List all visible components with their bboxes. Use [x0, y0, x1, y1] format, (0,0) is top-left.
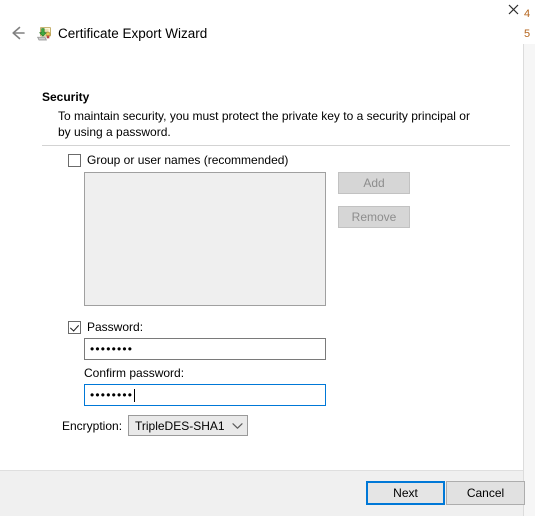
encryption-label: Encryption:	[62, 419, 123, 433]
background-window-sliver: 4 5	[522, 0, 535, 516]
window-title: Certificate Export Wizard	[58, 26, 208, 41]
certificate-export-wizard-window: Certificate Export Wizard Security To ma…	[0, 0, 525, 516]
page-title: Security	[42, 90, 90, 104]
checkbox-box	[68, 320, 81, 334]
confirm-password-label: Confirm password:	[84, 366, 185, 380]
wizard-titlebar: Certificate Export Wizard	[0, 0, 523, 58]
text-cursor	[134, 388, 136, 402]
remove-button[interactable]: Remove	[338, 206, 410, 228]
background-panel	[523, 44, 535, 516]
password-masked-value: ••••••••	[90, 342, 134, 356]
group-or-user-names-listbox[interactable]	[84, 172, 326, 306]
checkbox-label: Password:	[87, 320, 144, 334]
checkbox-label: Group or user names (recommended)	[87, 153, 289, 167]
confirm-password-input[interactable]: ••••••••	[84, 384, 326, 406]
password-input[interactable]: ••••••••	[84, 338, 326, 360]
close-icon[interactable]	[504, 0, 523, 18]
background-fragment-top: 4	[524, 8, 531, 20]
checkbox-box	[68, 153, 81, 167]
certificate-export-icon	[36, 25, 53, 42]
encryption-select[interactable]: TripleDES-SHA1	[128, 415, 248, 436]
cancel-button[interactable]: Cancel	[446, 481, 525, 505]
section-divider	[42, 145, 510, 146]
encryption-selected-value: TripleDES-SHA1	[135, 418, 225, 433]
chevron-down-icon	[227, 422, 247, 430]
group-or-user-names-checkbox[interactable]: Group or user names (recommended)	[68, 153, 288, 167]
page-description: To maintain security, you must protect t…	[58, 109, 470, 139]
next-button[interactable]: Next	[366, 481, 445, 505]
back-arrow-icon[interactable]	[6, 21, 30, 45]
password-checkbox[interactable]: Password:	[68, 320, 143, 334]
background-fragment-bottom: 5	[524, 28, 531, 40]
wizard-content-pane: Security To maintain security, you must …	[0, 58, 523, 470]
wizard-footer: Next Cancel	[0, 470, 525, 516]
confirm-password-masked-value: ••••••••	[90, 388, 134, 402]
add-button[interactable]: Add	[338, 172, 410, 194]
